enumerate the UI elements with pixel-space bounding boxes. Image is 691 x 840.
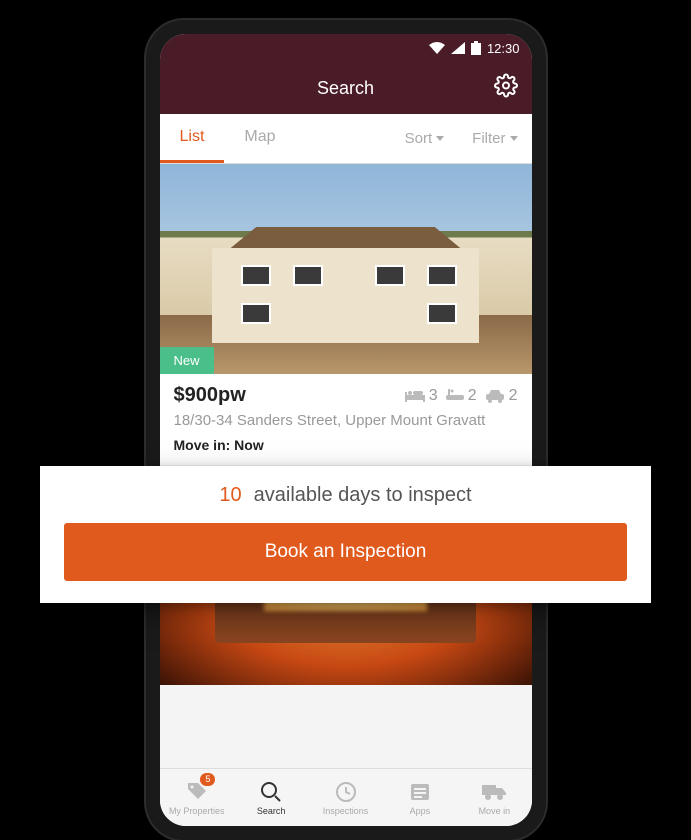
- days-count: 10: [219, 484, 241, 506]
- search-icon: [260, 781, 282, 803]
- baths-count: 2: [468, 387, 477, 405]
- inspection-overlay: 10 available days to inspect Book an Insp…: [40, 466, 651, 603]
- phone-frame: 12:30 Search List Map Sort Filter: [146, 20, 546, 840]
- nav-label: Search: [257, 806, 286, 816]
- view-tabs: List Map Sort Filter: [160, 114, 532, 164]
- signal-icon: [451, 42, 465, 54]
- chevron-down-icon: [436, 136, 444, 141]
- cars-count: 2: [509, 387, 518, 405]
- book-inspection-button[interactable]: Book an Inspection: [64, 523, 627, 581]
- nav-label: My Properties: [169, 806, 225, 816]
- list-icon: [409, 781, 431, 803]
- nav-movein[interactable]: Move in: [457, 769, 531, 826]
- property-card[interactable]: New $900pw 3 2: [160, 164, 532, 465]
- status-bar: 12:30: [160, 34, 532, 62]
- battery-icon: [471, 41, 481, 55]
- sort-label: Sort: [405, 130, 433, 147]
- nav-badge: 5: [200, 773, 215, 786]
- clock-icon: [335, 781, 357, 803]
- bed-icon: [405, 389, 425, 403]
- movein-label: Move in: Now: [174, 437, 518, 453]
- property-photo: New: [160, 164, 532, 374]
- settings-button[interactable]: [494, 74, 518, 103]
- bath-icon: [446, 389, 464, 403]
- nav-apps[interactable]: Apps: [383, 769, 457, 826]
- screen: 12:30 Search List Map Sort Filter: [160, 34, 532, 826]
- app-bar: Search: [160, 62, 532, 114]
- gear-icon: [494, 74, 518, 98]
- tab-list[interactable]: List: [160, 114, 225, 163]
- status-time: 12:30: [487, 41, 520, 56]
- new-badge: New: [160, 347, 214, 374]
- filter-button[interactable]: Filter: [458, 114, 531, 163]
- nav-label: Apps: [410, 806, 431, 816]
- amenities: 3 2 2: [405, 387, 518, 405]
- chevron-down-icon: [510, 136, 518, 141]
- nav-inspections[interactable]: Inspections: [308, 769, 382, 826]
- nav-search[interactable]: Search: [234, 769, 308, 826]
- price-label: $900pw: [174, 384, 246, 407]
- days-label: available days to inspect: [254, 484, 472, 506]
- car-icon: [485, 389, 505, 403]
- beds-count: 3: [429, 387, 438, 405]
- filter-label: Filter: [472, 130, 505, 147]
- nav-label: Inspections: [323, 806, 369, 816]
- tab-map[interactable]: Map: [224, 114, 295, 163]
- card-body: $900pw 3 2 2: [160, 374, 532, 465]
- nav-my-properties[interactable]: 5 My Properties: [160, 769, 234, 826]
- nav-label: Move in: [479, 806, 511, 816]
- overlay-text: 10 available days to inspect: [64, 484, 627, 507]
- bottom-nav: 5 My Properties Search Inspections Apps …: [160, 768, 532, 826]
- page-title: Search: [317, 78, 374, 99]
- wifi-icon: [429, 42, 445, 54]
- sort-button[interactable]: Sort: [391, 114, 459, 163]
- truck-icon: [482, 783, 506, 801]
- address-label: 18/30-34 Sanders Street, Upper Mount Gra…: [174, 411, 518, 431]
